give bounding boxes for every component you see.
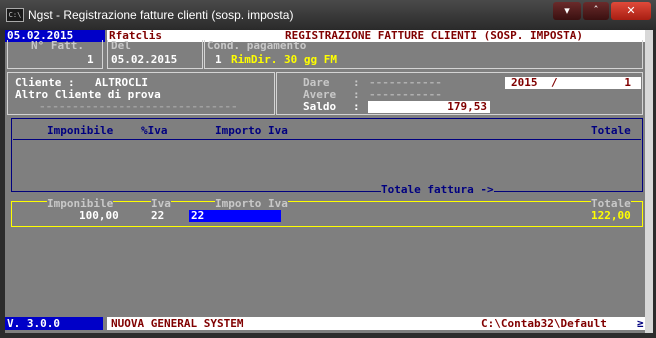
- console-area: 05.02.2015 Rfatclis REGISTRAZIONE FATTUR…: [5, 30, 645, 333]
- iva-rate-field[interactable]: 22: [151, 210, 164, 222]
- payment-label: Cond. pagamento: [207, 39, 307, 52]
- working-path: C:\Contab32\Default: [481, 317, 607, 330]
- version-box: V. 3.0.0: [5, 317, 103, 330]
- invoice-date-label: Del: [111, 39, 131, 52]
- col-header-imponibile: Imponibile: [47, 124, 114, 137]
- importo-iva-value: 22: [191, 209, 205, 222]
- status-indicator: ≥: [637, 317, 644, 330]
- entry-label-importo-iva: Importo Iva: [215, 197, 288, 210]
- table-top-line: [11, 118, 643, 119]
- table-header-divider: [13, 139, 641, 140]
- col-header-importo-iva: Importo Iva: [215, 124, 288, 137]
- status-bar: NUOVA GENERAL SYSTEM C:\Contab32\Default…: [107, 317, 645, 330]
- invoice-total-label: Totale fattura ->: [381, 183, 494, 196]
- registration-sequence: 1: [624, 76, 631, 89]
- registration-slash: /: [551, 76, 558, 89]
- saldo-label: Saldo: [303, 100, 337, 113]
- version-label: V. 3.0.0: [7, 317, 60, 330]
- invoice-date-field[interactable]: 05.02.2015: [111, 54, 177, 66]
- window-title: Ngst - Registrazione fatture clienti (so…: [28, 8, 294, 22]
- saldo-colon: :: [353, 100, 360, 113]
- importo-iva-field[interactable]: 22: [189, 210, 281, 222]
- invoice-number-field[interactable]: 1: [87, 54, 94, 66]
- col-header-iva: %Iva: [141, 124, 168, 137]
- entry-total-value: 122,00: [591, 209, 631, 222]
- payment-code-field[interactable]: 1: [215, 54, 222, 66]
- close-button[interactable]: ✕: [611, 2, 651, 20]
- invoice-number-label: N° Fatt.: [31, 39, 84, 52]
- registration-number-field[interactable]: 2015 / 1: [505, 77, 641, 89]
- minimize-button[interactable]: ▾: [553, 2, 581, 20]
- saldo-value: 179,53: [447, 100, 487, 113]
- avere-value: -----------: [369, 88, 442, 101]
- registration-year: 2015: [511, 76, 538, 89]
- saldo-field[interactable]: 179,53: [368, 101, 490, 113]
- console-app-icon[interactable]: C:\: [6, 8, 24, 22]
- vertical-scrollbar[interactable]: [645, 30, 653, 333]
- imponibile-field[interactable]: 100,00: [79, 210, 119, 222]
- col-header-totale: Totale: [591, 124, 631, 137]
- system-name: NUOVA GENERAL SYSTEM: [111, 317, 244, 330]
- maximize-button[interactable]: ˆ: [583, 2, 609, 20]
- payment-description: RimDir. 30 gg FM: [231, 53, 337, 66]
- customer-extra-dots: ------------------------------: [39, 100, 238, 113]
